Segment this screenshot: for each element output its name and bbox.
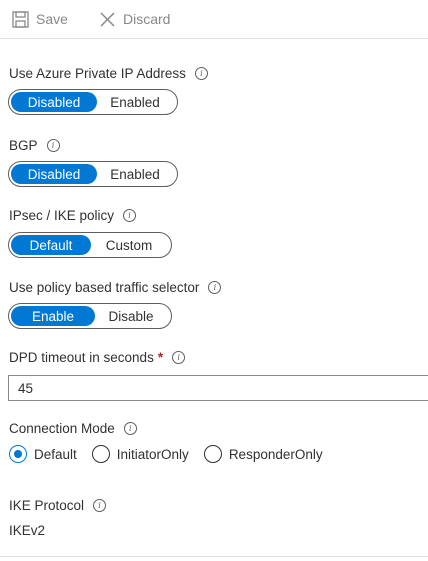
info-icon[interactable]: i — [208, 281, 222, 294]
private-ip-label: Use Azure Private IP Address i — [9, 66, 208, 81]
radio-circle-selected[interactable] — [9, 445, 27, 463]
close-icon — [97, 9, 117, 29]
save-button[interactable]: Save — [10, 9, 68, 29]
required-marker: * — [157, 350, 164, 365]
bgp-toggle: Disabled Enabled — [8, 161, 178, 187]
discard-label: Discard — [123, 11, 171, 27]
radio-responder-only[interactable]: ResponderOnly — [203, 445, 323, 463]
ipsec-toggle: Default Custom — [8, 232, 172, 258]
bgp-option-enabled[interactable]: Enabled — [97, 164, 173, 184]
ike-protocol-value: IKEv2 — [9, 523, 46, 538]
save-icon — [10, 9, 30, 29]
info-icon[interactable]: i — [123, 422, 137, 435]
private-ip-option-enabled[interactable]: Enabled — [97, 92, 173, 112]
divider — [0, 556, 428, 557]
info-icon[interactable]: i — [194, 67, 208, 80]
dpd-timeout-input[interactable] — [8, 375, 428, 401]
connection-mode-label: Connection Mode i — [9, 421, 137, 436]
radio-initiator-only[interactable]: InitiatorOnly — [91, 445, 189, 463]
dpd-label: DPD timeout in seconds * i — [9, 350, 186, 365]
policy-selector-label: Use policy based traffic selector i — [9, 280, 222, 295]
radio-circle[interactable] — [203, 445, 222, 463]
info-icon[interactable]: i — [46, 139, 60, 152]
ipsec-label: IPsec / IKE policy i — [9, 208, 137, 223]
discard-button[interactable]: Discard — [97, 9, 170, 29]
command-bar: Save Discard — [0, 0, 428, 39]
ipsec-option-custom[interactable]: Custom — [91, 235, 167, 255]
info-icon[interactable]: i — [123, 209, 137, 222]
private-ip-toggle: Disabled Enabled — [8, 89, 178, 115]
radio-default[interactable]: Default — [9, 445, 77, 463]
info-icon[interactable]: i — [172, 351, 186, 364]
connection-mode-radio-group: Default InitiatorOnly ResponderOnly — [9, 443, 338, 465]
ike-protocol-label: IKE Protocol i — [9, 498, 107, 513]
ipsec-option-default[interactable]: Default — [11, 235, 91, 255]
policy-selector-option-enable[interactable]: Enable — [11, 306, 95, 326]
info-icon[interactable]: i — [93, 499, 107, 512]
bgp-label: BGP i — [9, 138, 60, 153]
radio-circle[interactable] — [91, 445, 110, 463]
bgp-option-disabled[interactable]: Disabled — [11, 164, 97, 184]
private-ip-option-disabled[interactable]: Disabled — [11, 92, 97, 112]
policy-selector-option-disable[interactable]: Disable — [95, 306, 167, 326]
policy-selector-toggle: Enable Disable — [8, 303, 172, 329]
save-label: Save — [36, 11, 68, 27]
